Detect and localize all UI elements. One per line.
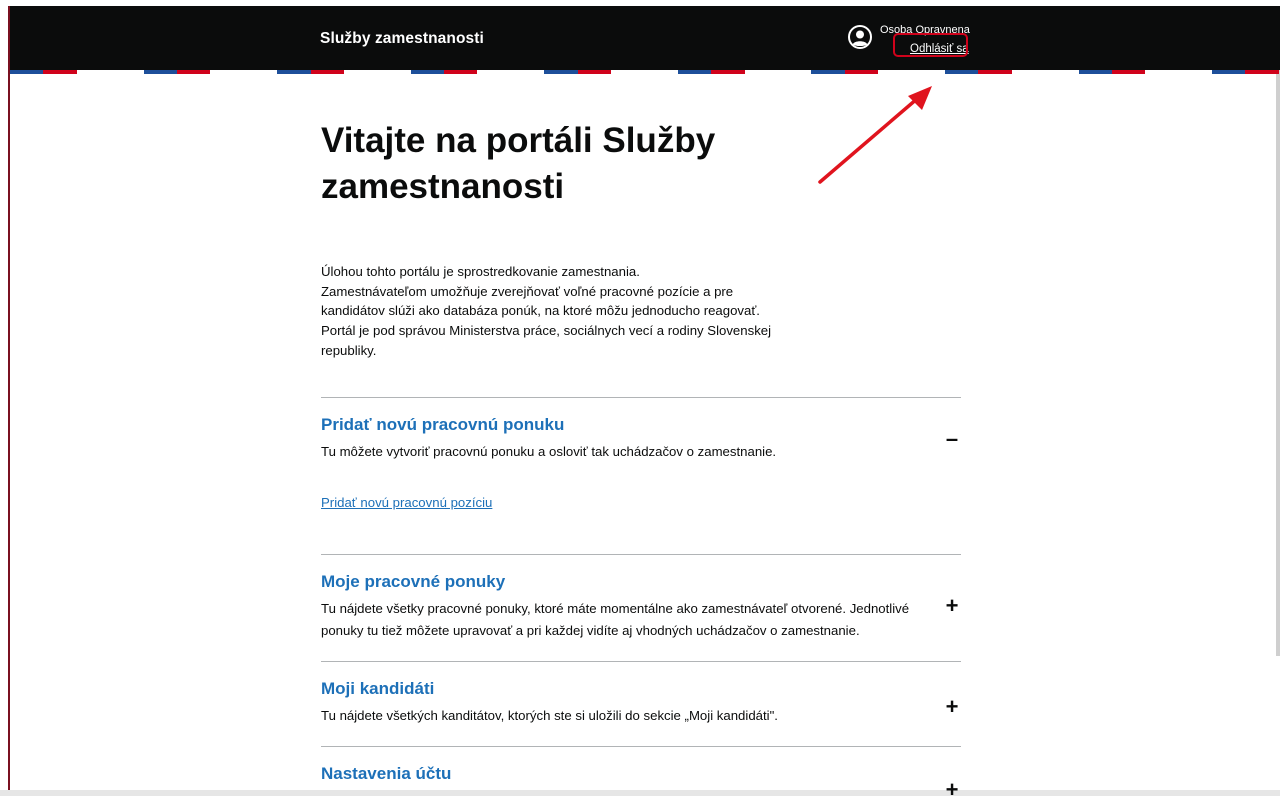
stripe-segment — [878, 70, 912, 74]
scrollbar[interactable] — [1276, 70, 1280, 656]
section-add-offer: Pridať novú pracovnú ponuku Tu môžete vy… — [321, 397, 961, 554]
section-description: Tu nájdete všetkých kanditátov, ktorých … — [321, 708, 778, 723]
stripe-segment — [1212, 70, 1246, 74]
stripe-segment — [677, 70, 712, 74]
stripe-segment — [577, 70, 612, 74]
stripe-segment — [1045, 70, 1079, 74]
intro-line: kandidátov slúži ako databáza ponúk, na … — [321, 303, 760, 319]
header-stripe — [10, 70, 1280, 74]
site-header: Služby zamestnanosti Osoba Opravnena Odh… — [10, 6, 1280, 70]
section-my-offers: Moje pracovné ponuky Tu nájdete všetky p… — [321, 554, 961, 661]
stripe-segment — [978, 70, 1012, 74]
logout-highlight-box — [893, 33, 968, 57]
stripe-segment — [410, 70, 445, 74]
stripe-segment — [1178, 70, 1213, 74]
stripe-segment — [43, 70, 77, 74]
stripe-segment — [1111, 70, 1146, 74]
intro-line: Zamestnávateľom umožňuje zverejňovať voľ… — [321, 283, 734, 299]
stripe-segment — [911, 70, 945, 74]
site-title-link[interactable]: Služby zamestnanosti — [320, 30, 484, 48]
stripe-segment — [777, 70, 812, 74]
collapse-toggle[interactable]: – — [943, 426, 961, 452]
stripe-segment — [811, 70, 845, 74]
section-heading[interactable]: Pridať novú pracovnú ponuku — [321, 415, 961, 435]
expand-toggle[interactable]: + — [943, 777, 961, 796]
window-bottom-edge — [0, 790, 1280, 796]
stripe-segment — [1078, 70, 1112, 74]
stripe-segment — [176, 70, 211, 74]
section-account-settings: Nastavenia účtu + — [321, 746, 961, 796]
stripe-segment — [377, 70, 411, 74]
stripe-segment — [611, 70, 645, 74]
section-description: Tu môžete vytvoriť pracovnú ponuku a osl… — [321, 444, 777, 459]
section-description: Tu nájdete všetky pracovné ponuky, ktoré… — [321, 601, 910, 638]
intro-text: Úlohou tohto portálu je sprostredkovanie… — [321, 262, 772, 361]
stripe-segment — [76, 70, 111, 74]
stripe-segment — [110, 70, 144, 74]
stripe-segment — [477, 70, 511, 74]
stripe-segment — [644, 70, 678, 74]
section-heading[interactable]: Nastavenia účtu — [321, 764, 961, 784]
stripe-segment — [143, 70, 177, 74]
stripe-segment — [544, 70, 578, 74]
intro-line: republiky. — [321, 342, 377, 358]
stripe-segment — [944, 70, 979, 74]
stripe-segment — [310, 70, 344, 74]
section-heading[interactable]: Moji kandidáti — [321, 679, 961, 699]
intro-line: Portál je pod správou Ministerstva práce… — [321, 323, 772, 339]
stripe-segment — [210, 70, 244, 74]
add-position-link[interactable]: Pridať novú pracovnú pozíciu — [321, 495, 492, 510]
stripe-segment — [277, 70, 311, 74]
stripe-segment — [444, 70, 478, 74]
section-heading[interactable]: Moje pracovné ponuky — [321, 572, 961, 592]
stripe-segment — [844, 70, 879, 74]
stripe-segment — [1245, 70, 1279, 74]
stripe-segment — [243, 70, 278, 74]
user-circle-icon — [848, 25, 872, 49]
stripe-segment — [343, 70, 378, 74]
stripe-segment — [744, 70, 778, 74]
window-left-edge — [8, 6, 10, 790]
stripe-segment — [510, 70, 545, 74]
main-content: Vitajte na portáli Služby zamestnanosti … — [321, 118, 961, 796]
expand-toggle[interactable]: + — [943, 593, 961, 619]
section-my-candidates: Moji kandidáti Tu nájdete všetkých kandi… — [321, 661, 961, 746]
expand-toggle[interactable]: + — [943, 694, 961, 720]
stripe-segment — [1145, 70, 1179, 74]
page-title: Vitajte na portáli Služby zamestnanosti — [321, 121, 716, 206]
stripe-segment — [1011, 70, 1046, 74]
intro-line: Úlohou tohto portálu je sprostredkovanie… — [321, 264, 640, 279]
stripe-segment — [10, 70, 44, 74]
stripe-segment — [711, 70, 745, 74]
